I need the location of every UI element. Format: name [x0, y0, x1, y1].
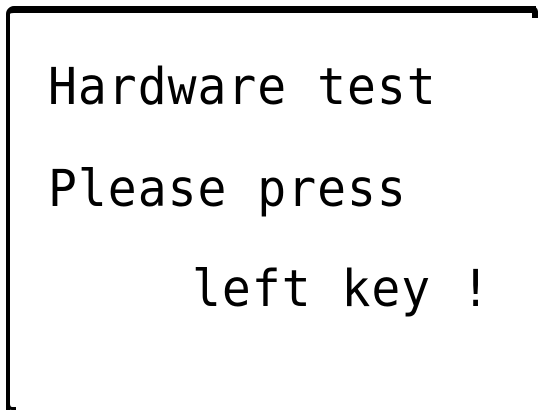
message-title: Hardware test [48, 58, 437, 117]
lcd-screen: Hardware test Please press left key ! [0, 0, 540, 412]
lcd-frame-corner [532, 6, 538, 18]
message-instruction: Please press [48, 160, 407, 219]
message-instruction-key: left key ! [192, 260, 491, 319]
